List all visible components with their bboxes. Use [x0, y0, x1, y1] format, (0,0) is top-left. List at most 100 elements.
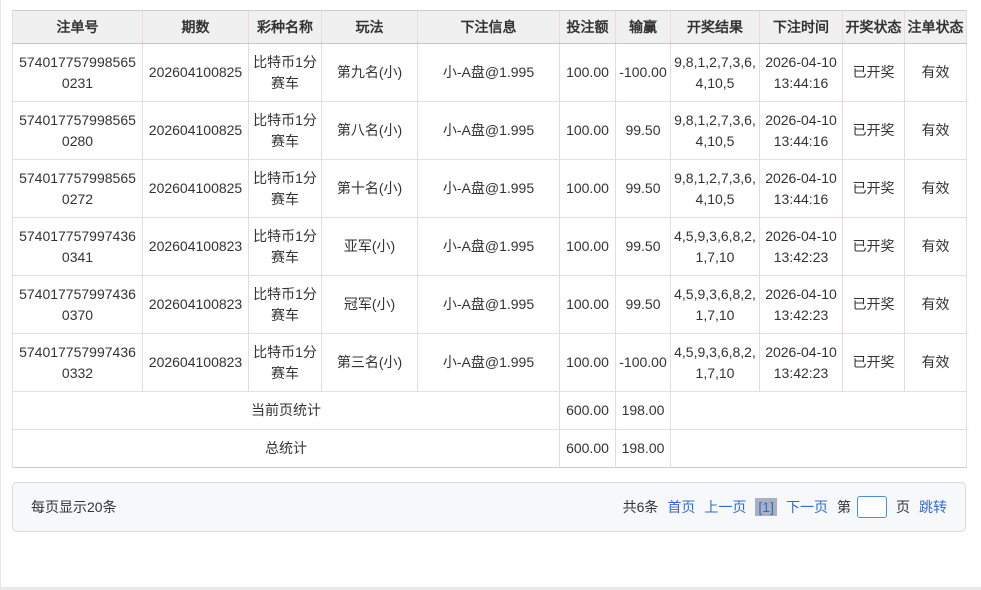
table-row: 5740177579974360341 202604100823 比特币1分赛车… — [13, 218, 967, 276]
cell-period: 202604100825 — [143, 44, 249, 102]
col-header-bet-time: 下注时间 — [760, 11, 843, 44]
page-summary-label: 当前页统计 — [13, 392, 560, 430]
cell-result: 9,8,1,2,7,3,6,4,10,5 — [671, 44, 760, 102]
cell-bet-time: 2026-04-10 13:42:23 — [760, 334, 843, 392]
total-count-label: 共6条 — [623, 497, 659, 517]
cell-amount: 100.00 — [560, 334, 616, 392]
cell-bet-id: 5740177579985650272 — [13, 160, 143, 218]
cell-result: 4,5,9,3,6,8,2,1,7,10 — [671, 334, 760, 392]
table-row: 5740177579974360332 202604100823 比特币1分赛车… — [13, 334, 967, 392]
pagination-bar: 每页显示20条 共6条 首页 上一页 [1] 下一页 第 页 跳转 — [12, 482, 966, 532]
cell-period: 202604100823 — [143, 276, 249, 334]
cell-amount: 100.00 — [560, 160, 616, 218]
cell-amount: 100.00 — [560, 276, 616, 334]
cell-result: 9,8,1,2,7,3,6,4,10,5 — [671, 102, 760, 160]
col-header-draw-status: 开奖状态 — [843, 11, 905, 44]
cell-result: 4,5,9,3,6,8,2,1,7,10 — [671, 276, 760, 334]
cell-win-loss: 99.50 — [616, 160, 671, 218]
total-summary-row: 总统计 600.00 198.00 — [13, 430, 967, 468]
col-header-bet-info: 下注信息 — [418, 11, 560, 44]
cell-play: 第三名(小) — [322, 334, 418, 392]
cell-period: 202604100825 — [143, 160, 249, 218]
col-header-amount: 投注额 — [560, 11, 616, 44]
cell-play: 第九名(小) — [322, 44, 418, 102]
per-page-label: 每页显示20条 — [31, 497, 117, 517]
cell-draw-status: 已开奖 — [843, 218, 905, 276]
cell-bet-id: 5740177579974360332 — [13, 334, 143, 392]
cell-play: 亚军(小) — [322, 218, 418, 276]
cell-bet-status: 有效 — [905, 44, 967, 102]
cell-bet-info: 小-A盘@1.995 — [418, 102, 560, 160]
cell-bet-status: 有效 — [905, 160, 967, 218]
cell-play: 第十名(小) — [322, 160, 418, 218]
cell-lottery: 比特币1分赛车 — [249, 218, 322, 276]
page-summary-empty — [671, 392, 967, 430]
cell-result: 9,8,1,2,7,3,6,4,10,5 — [671, 160, 760, 218]
cell-lottery: 比特币1分赛车 — [249, 276, 322, 334]
cell-result: 4,5,9,3,6,8,2,1,7,10 — [671, 218, 760, 276]
cell-bet-info: 小-A盘@1.995 — [418, 334, 560, 392]
prev-page-link[interactable]: 上一页 — [704, 497, 746, 517]
cell-win-loss: -100.00 — [616, 44, 671, 102]
total-summary-win-loss: 198.00 — [616, 430, 671, 468]
cell-amount: 100.00 — [560, 44, 616, 102]
first-page-link[interactable]: 首页 — [667, 497, 695, 517]
cell-bet-id: 5740177579985650231 — [13, 44, 143, 102]
page-input-suffix: 页 — [896, 497, 910, 517]
cell-draw-status: 已开奖 — [843, 276, 905, 334]
cell-draw-status: 已开奖 — [843, 160, 905, 218]
cell-bet-time: 2026-04-10 13:44:16 — [760, 44, 843, 102]
cell-bet-id: 5740177579974360341 — [13, 218, 143, 276]
page-number-input[interactable] — [857, 496, 887, 518]
table-row: 5740177579974360370 202604100823 比特币1分赛车… — [13, 276, 967, 334]
page-input-prefix: 第 — [837, 497, 851, 517]
cell-bet-info: 小-A盘@1.995 — [418, 218, 560, 276]
current-page-indicator[interactable]: [1] — [755, 498, 777, 516]
cell-bet-time: 2026-04-10 13:42:23 — [760, 218, 843, 276]
cell-lottery: 比特币1分赛车 — [249, 160, 322, 218]
col-header-period: 期数 — [143, 11, 249, 44]
cell-play: 第八名(小) — [322, 102, 418, 160]
table-row: 5740177579985650272 202604100825 比特币1分赛车… — [13, 160, 967, 218]
table-row: 5740177579985650231 202604100825 比特币1分赛车… — [13, 44, 967, 102]
next-page-link[interactable]: 下一页 — [786, 497, 828, 517]
cell-bet-id: 5740177579974360370 — [13, 276, 143, 334]
cell-bet-id: 5740177579985650280 — [13, 102, 143, 160]
cell-win-loss: 99.50 — [616, 276, 671, 334]
col-header-result: 开奖结果 — [671, 11, 760, 44]
col-header-bet-id: 注单号 — [13, 11, 143, 44]
cell-play: 冠军(小) — [322, 276, 418, 334]
cell-win-loss: 99.50 — [616, 218, 671, 276]
cell-draw-status: 已开奖 — [843, 102, 905, 160]
cell-bet-status: 有效 — [905, 334, 967, 392]
table-row: 5740177579985650280 202604100825 比特币1分赛车… — [13, 102, 967, 160]
bet-records-page: 注单号 期数 彩种名称 玩法 下注信息 投注额 输赢 开奖结果 下注时间 开奖状… — [0, 0, 981, 590]
cell-draw-status: 已开奖 — [843, 44, 905, 102]
pagination-controls: 共6条 首页 上一页 [1] 下一页 第 页 跳转 — [623, 496, 947, 518]
cell-bet-status: 有效 — [905, 218, 967, 276]
cell-bet-time: 2026-04-10 13:44:16 — [760, 160, 843, 218]
cell-bet-time: 2026-04-10 13:42:23 — [760, 276, 843, 334]
page-summary-amount: 600.00 — [560, 392, 616, 430]
cell-amount: 100.00 — [560, 218, 616, 276]
cell-bet-time: 2026-04-10 13:44:16 — [760, 102, 843, 160]
total-summary-amount: 600.00 — [560, 430, 616, 468]
jump-link[interactable]: 跳转 — [919, 497, 947, 517]
cell-win-loss: 99.50 — [616, 102, 671, 160]
cell-period: 202604100823 — [143, 334, 249, 392]
table-header-row: 注单号 期数 彩种名称 玩法 下注信息 投注额 输赢 开奖结果 下注时间 开奖状… — [13, 11, 967, 44]
total-summary-label: 总统计 — [13, 430, 560, 468]
cell-amount: 100.00 — [560, 102, 616, 160]
cell-period: 202604100823 — [143, 218, 249, 276]
cell-bet-info: 小-A盘@1.995 — [418, 44, 560, 102]
cell-lottery: 比特币1分赛车 — [249, 334, 322, 392]
total-summary-empty — [671, 430, 967, 468]
cell-lottery: 比特币1分赛车 — [249, 102, 322, 160]
page-summary-win-loss: 198.00 — [616, 392, 671, 430]
cell-bet-status: 有效 — [905, 102, 967, 160]
page-summary-row: 当前页统计 600.00 198.00 — [13, 392, 967, 430]
col-header-bet-status: 注单状态 — [905, 11, 967, 44]
col-header-win-loss: 输赢 — [616, 11, 671, 44]
cell-period: 202604100825 — [143, 102, 249, 160]
bet-records-table: 注单号 期数 彩种名称 玩法 下注信息 投注额 输赢 开奖结果 下注时间 开奖状… — [12, 10, 967, 468]
